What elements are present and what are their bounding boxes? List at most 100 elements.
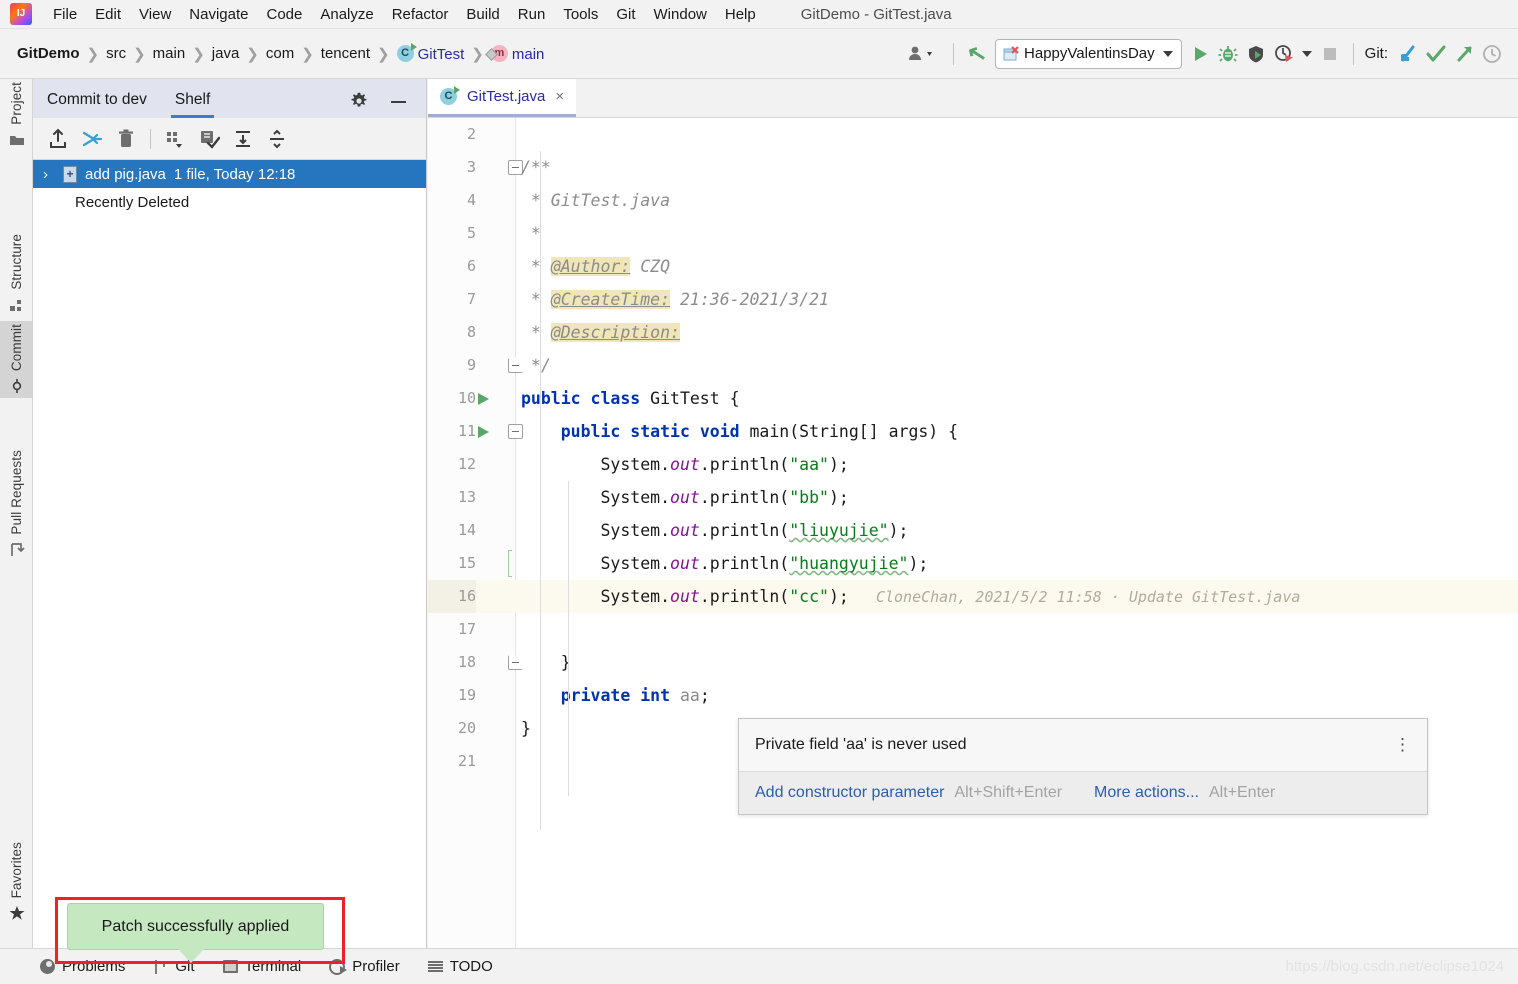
menu-edit[interactable]: Edit [86,4,130,25]
editor-tab-bar: GitTest.java × [428,79,1518,118]
menu-analyze[interactable]: Analyze [311,4,382,25]
breadcrumb-separator: ❯ [133,45,146,63]
stop-icon[interactable] [1316,40,1344,68]
menu-tools[interactable]: Tools [554,4,607,25]
menu-build[interactable]: Build [457,4,508,25]
code-area[interactable]: 2 3/** 4 * GitTest.java 5 * 6 * @Author: CZQ… [428,118,1518,948]
tab-gittest-java[interactable]: GitTest.java × [428,79,577,117]
code-line[interactable]: 12 System.out.println("aa"); [428,448,1518,481]
breadcrumb-gittest[interactable]: GitTest [392,42,470,63]
git-push-icon[interactable] [1450,40,1478,68]
code-line[interactable]: 5 * [428,217,1518,250]
menu-run[interactable]: Run [509,4,555,25]
git-update-icon[interactable] [1394,40,1422,68]
more-options-icon[interactable]: ⋮ [1394,736,1411,753]
menu-bar: File Edit View Navigate Code Analyze Ref… [0,0,1518,29]
shelf-tool-window: Commit to dev Shelf › + add pig.java 1 f… [33,79,427,948]
breadcrumb-main-method[interactable]: main [486,44,550,63]
vcs-change-marker[interactable] [508,550,512,577]
menu-refactor[interactable]: Refactor [383,4,458,25]
code-line[interactable]: 16 System.out.println("cc"); CloneChan, … [428,580,1518,613]
code-token: * [521,257,551,276]
add-constructor-parameter-action[interactable]: Add constructor parameter [755,784,944,802]
code-line[interactable]: 19 private int aa; [428,679,1518,712]
line-number: 15 [457,554,476,572]
breadcrumb-gitdemo[interactable]: GitDemo [12,45,85,62]
menu-view[interactable]: View [130,4,180,25]
list-item[interactable]: Recently Deleted [33,188,426,216]
code-text: * @Author: CZQ [521,250,1518,283]
group-by-icon[interactable] [158,124,192,154]
tab-commit-to-dev[interactable]: Commit to dev [33,91,161,118]
code-line[interactable]: 11 public static void main(String[] args… [428,415,1518,448]
tab-shelf[interactable]: Shelf [161,91,224,118]
git-commit-icon[interactable] [1422,40,1450,68]
sidebar-item-favorites[interactable]: Favorites [0,839,33,925]
shelve-silently-icon[interactable] [192,124,226,154]
sidebar-item-structure-label: Structure [9,234,24,290]
profile-icon[interactable] [1270,40,1298,68]
user-dropdown-icon[interactable] [904,40,944,68]
code-line[interactable]: 17 [428,613,1518,646]
apply-patch-icon[interactable] [75,124,109,154]
run-with-coverage-icon[interactable] [1242,40,1270,68]
sidebar-item-project-label: Project [9,82,24,125]
breadcrumb-src[interactable]: src [101,45,131,62]
code-line[interactable]: 3 /** [428,151,1518,184]
code-line[interactable]: 8 * @Description: [428,316,1518,349]
unshelve-icon[interactable] [41,124,75,154]
profile-dropdown-icon[interactable] [1298,40,1316,68]
close-icon[interactable]: × [555,88,564,105]
breadcrumb-com[interactable]: com [261,45,299,62]
breadcrumb-gittest-label: GitTest [417,45,465,63]
code-token: .println( [699,554,790,573]
sidebar-item-project[interactable]: Project [0,79,33,152]
more-actions-action[interactable]: More actions... [1094,784,1199,802]
expand-all-icon[interactable] [226,124,260,154]
run-config-icon [1003,45,1019,60]
menu-help[interactable]: Help [716,4,765,25]
chevron-right-icon[interactable]: › [43,167,55,182]
breadcrumb-java[interactable]: java [207,45,245,62]
code-line[interactable]: 6 * @Author: CZQ [428,250,1518,283]
update-project-icon[interactable] [963,40,991,68]
minimize-icon[interactable] [391,101,406,103]
sidebar-item-pull-requests[interactable]: Pull Requests [0,447,33,562]
menu-git[interactable]: Git [607,4,644,25]
notification-balloon[interactable]: Patch successfully applied [67,903,324,950]
status-item-todo[interactable]: TODO [414,958,507,975]
code-line[interactable]: 10 public class GitTest { [428,382,1518,415]
code-token: ); [828,455,849,474]
code-line[interactable]: 15 System.out.println("huangyujie"); [428,547,1518,580]
chevron-down-icon [1301,50,1312,57]
menu-file[interactable]: File [44,4,86,25]
settings-gear-icon[interactable] [350,92,368,110]
code-line[interactable]: 14 System.out.println("liuyujie"); [428,514,1518,547]
code-line[interactable]: 7 * @CreateTime: 21:36-2021/3/21 [428,283,1518,316]
code-text: * @Description: [521,316,1518,349]
breadcrumb-main[interactable]: main [148,45,191,62]
run-gutter-icon[interactable] [478,393,489,405]
breadcrumb-tencent[interactable]: tencent [316,45,375,62]
list-item[interactable]: › add pig.java 1 file, Today 12:18 [33,160,426,188]
debug-icon[interactable] [1214,40,1242,68]
line-number: 14 [457,521,476,539]
code-line[interactable]: 4 * GitTest.java [428,184,1518,217]
code-line[interactable]: 9 */ [428,349,1518,382]
line-number: 5 [466,224,476,242]
menu-navigate[interactable]: Navigate [180,4,257,25]
sidebar-item-structure[interactable]: Structure [0,231,33,317]
code-lines[interactable]: 2 3/** 4 * GitTest.java 5 * 6 * @Author: CZQ… [428,118,1518,948]
git-history-icon[interactable] [1478,40,1506,68]
collapse-all-icon[interactable] [260,124,294,154]
menu-window[interactable]: Window [645,4,716,25]
run-gutter-icon[interactable] [478,426,489,438]
code-line[interactable]: 18 } [428,646,1518,679]
run-configuration-selector[interactable]: HappyValentinsDay [995,38,1182,69]
delete-icon[interactable] [109,124,143,154]
menu-code[interactable]: Code [257,4,311,25]
code-line[interactable]: 2 [428,118,1518,151]
run-icon[interactable] [1186,40,1214,68]
code-line[interactable]: 13 System.out.println("bb"); [428,481,1518,514]
sidebar-item-commit[interactable]: Commit [0,321,33,399]
